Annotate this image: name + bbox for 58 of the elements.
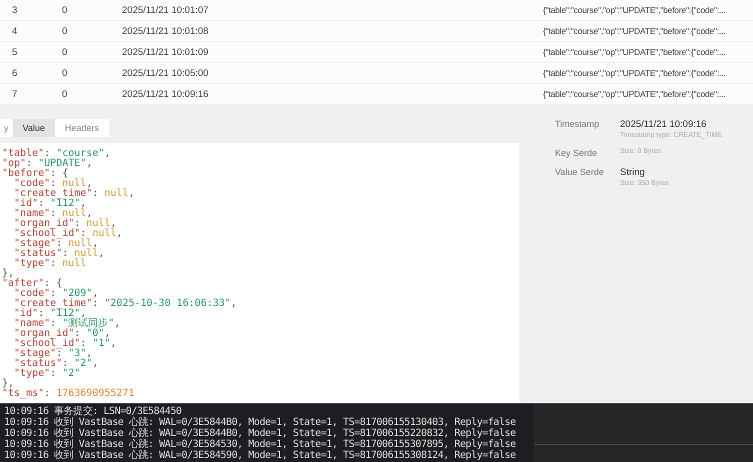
code-line: "organ_id": "0", xyxy=(13,329,112,339)
metadata-label: Value Serde xyxy=(555,167,605,179)
log-line: 10:09:16 收到 VastBase 心跳: WAL=0/3E584590, Mode=1, State=1, TS=817006155308124, Reply=false xyxy=(4,450,516,461)
partition-cell-text: 0 xyxy=(61,26,68,36)
code-line: }, xyxy=(2,379,14,389)
log-line: 10:09:16 收到 VastBase 心跳: WAL=0/3E5844B0, Mode=1, State=1, TS=817006155220832, Reply=false xyxy=(4,428,516,439)
code-line: "ts_ms": 1763690955271 xyxy=(2,389,136,399)
code-line: "status": null, xyxy=(13,249,106,259)
code-line: "stage": "3", xyxy=(13,349,94,359)
tab[interactable]: y xyxy=(0,119,12,137)
code-line: "school_id": null, xyxy=(13,229,124,239)
tab[interactable]: Value xyxy=(12,119,55,137)
log-line: 10:09:16 收到 VastBase 心跳: WAL=0/3E5844B0, Mode=1, State=1, TS=817006155130403, Reply=false xyxy=(4,417,516,428)
code-line: "after": { xyxy=(2,279,64,289)
code-line: "organ_id": null, xyxy=(13,219,118,229)
offset-cell-text: 5 xyxy=(11,46,18,58)
code-line: "code": null, xyxy=(13,179,94,189)
log-line: 10:09:16 事务提交: LSN=0/3E584450 xyxy=(4,406,182,417)
metadata-label: Key Serde xyxy=(555,148,598,158)
offset-cell-text: 3 xyxy=(11,4,18,16)
code-line: "op": "UPDATE", xyxy=(2,159,94,169)
code-line: "id": "112", xyxy=(13,309,86,319)
log-line: 10:09:16 收到 VastBase 心跳: WAL=0/3E584530, Mode=1, State=1, TS=817006155307895, Reply=false xyxy=(4,439,516,450)
code-line: "name": "测试同步", xyxy=(13,319,122,329)
value-cell-text: {"table":"course","op":"UPDATE","before":{"code":... xyxy=(543,47,727,57)
timestamp-cell-text: 2025/11/21 10:05:00 xyxy=(121,68,210,78)
code-line: "type": null xyxy=(13,259,88,269)
code-line: "stage": null, xyxy=(13,239,100,249)
metadata-value: String xyxy=(620,167,646,178)
value-cell-text: {"table":"course","op":"UPDATE","before":{"code":... xyxy=(543,68,727,78)
code-line: "id": "112", xyxy=(13,199,86,209)
timestamp-cell-text: 2025/11/21 10:09:16 xyxy=(121,88,210,100)
code-line: "create_time": "2025-10-30 16:06:33", xyxy=(13,299,238,309)
timestamp-cell-text: 2025/11/21 10:01:09 xyxy=(121,46,210,58)
value-cell-text: {"table":"course","op":"UPDATE","before":{"code":... xyxy=(543,26,727,36)
offset-cell-text: 4 xyxy=(11,26,18,36)
partition-cell-text: 0 xyxy=(61,46,68,58)
metadata-label: Timestamp xyxy=(555,119,600,131)
tab[interactable]: Headers xyxy=(54,119,109,137)
offset-cell-text: 6 xyxy=(11,68,18,78)
timestamp-cell-text: 2025/11/21 10:01:07 xyxy=(121,4,210,16)
code-line: "table": "course", xyxy=(2,149,112,159)
partition-cell-text: 0 xyxy=(61,88,68,100)
partition-cell-text: 0 xyxy=(61,4,68,16)
value-cell-text: {"table":"course","op":"UPDATE","before":{"code":... xyxy=(543,5,727,15)
value-cell-text: {"table":"course","op":"UPDATE","before":{"code":... xyxy=(543,89,727,99)
code-line: "create_time": null, xyxy=(13,189,136,199)
code-line: "school_id": "1", xyxy=(13,339,118,349)
partition-cell-text: 0 xyxy=(61,68,68,78)
timestamp-cell-text: 2025/11/21 10:01:08 xyxy=(121,26,210,36)
code-line: "status": "2", xyxy=(13,359,100,369)
code-line: "code": "209", xyxy=(13,289,100,299)
code-line: "type": "2" xyxy=(13,369,82,379)
code-line: }, xyxy=(2,269,14,279)
code-line: "before": { xyxy=(2,169,68,179)
metadata-value: 2025/11/21 10:09:16 xyxy=(620,119,708,130)
code-line: "name": null, xyxy=(13,209,92,219)
offset-cell-text: 7 xyxy=(11,88,18,100)
